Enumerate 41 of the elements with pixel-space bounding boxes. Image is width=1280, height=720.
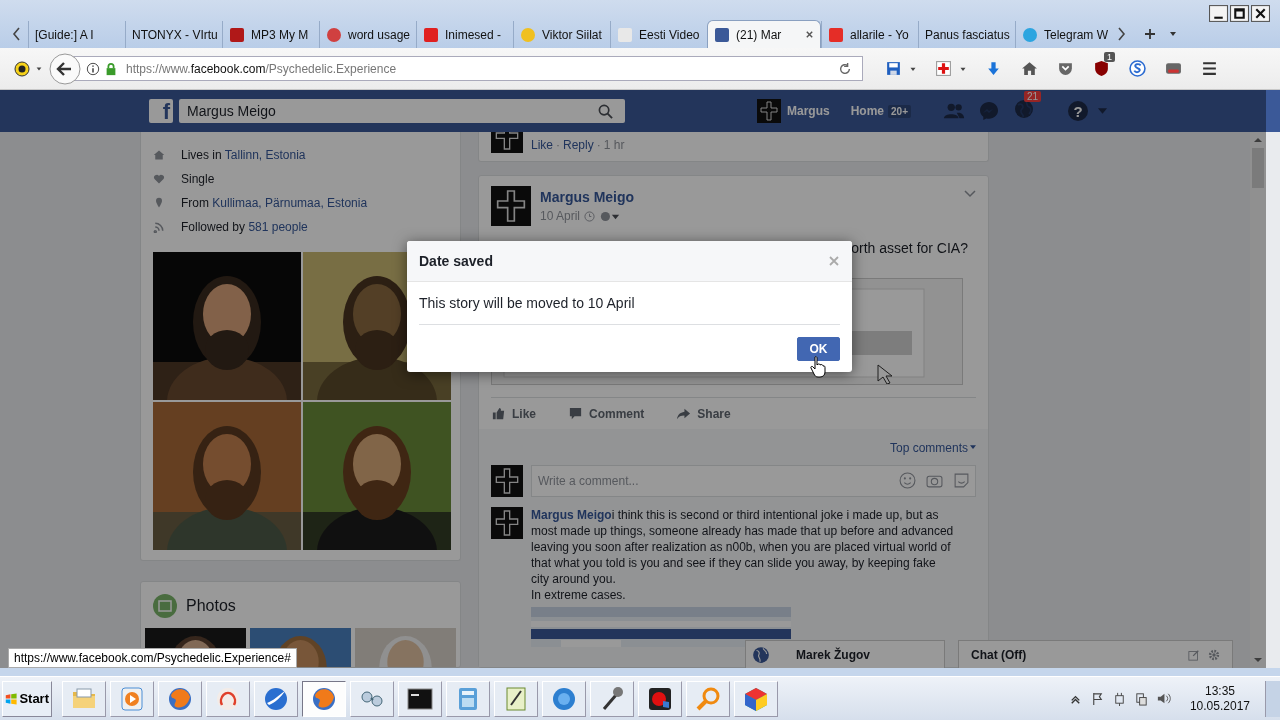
post-action-button[interactable]: Comment: [568, 406, 645, 421]
author-link[interactable]: Margus Meigo: [540, 189, 955, 205]
separator: ·: [556, 138, 560, 152]
intro-text: Single: [181, 172, 215, 186]
address-bar[interactable]: https://www.facebook.com/Psychedelic.Experience: [73, 56, 863, 81]
count-badge: 20+: [888, 104, 911, 118]
post-text: orth asset for CIA?: [850, 239, 969, 256]
home-link[interactable]: Home: [850, 104, 885, 118]
intro-link[interactable]: Kullimaa, Pärnumaa, Estonia: [212, 196, 368, 210]
ok-button[interactable]: OK: [797, 337, 840, 361]
separator: ·: [596, 138, 601, 152]
search-field[interactable]: Margus Meigo: [179, 99, 625, 123]
dialog-title: Date saved: [419, 253, 493, 269]
logo[interactable]: f: [149, 99, 173, 123]
intro-text: Lives in Tallinn, Estonia: [181, 148, 306, 162]
intro-link[interactable]: 581 people: [248, 220, 308, 234]
post-action-button[interactable]: Like: [491, 406, 536, 421]
browser-tab[interactable]: (21) Mar: [707, 20, 821, 48]
help-button[interactable]: ?: [1068, 101, 1088, 121]
chat-bar[interactable]: Chat (Off): [958, 640, 1233, 668]
author-link[interactable]: Margus Meigo: [531, 508, 612, 522]
intro-link[interactable]: Tallinn, Estonia: [224, 148, 306, 162]
clock-time[interactable]: 13:35: [1204, 683, 1235, 699]
start-button[interactable]: Start: [2, 680, 52, 717]
count-badge: 1: [1104, 52, 1115, 62]
comment-action-link[interactable]: Reply: [563, 138, 594, 152]
comment-text: Margus Meigoi think this is second or third intentional joke i made up, but as most made up things, someone already has made that up before and advanced leaving you soon after realization as n00b, when you are placed virtual world of that what you told is you and see if they can slide you away, by keeping fake city around you. In extreme cases.: [531, 507, 955, 603]
intro-text: Followed by 581 people: [181, 220, 308, 234]
chat-tab[interactable]: Marek Žugov: [745, 640, 945, 668]
status-tooltip: https://www.facebook.com/Psychedelic.Experience#: [8, 648, 297, 668]
section-title[interactable]: Photos: [186, 597, 236, 615]
notification-badge: 21: [1024, 91, 1042, 102]
clock-date[interactable]: 10.05.2017: [1189, 698, 1250, 714]
dialog-message: This story will be moved to 10 April: [419, 282, 840, 325]
comment-time: 1 hr: [603, 138, 625, 152]
sort-dropdown[interactable]: Top comments: [889, 441, 968, 455]
profile-link[interactable]: Margus: [787, 104, 830, 118]
post-action-button[interactable]: Share: [676, 406, 731, 421]
comment-action-link[interactable]: Like: [531, 138, 553, 152]
url-text: https://www.facebook.com/Psychedelic.Experience: [126, 61, 398, 76]
intro-text: From Kullimaa, Pärnumaa, Estonia: [181, 196, 368, 210]
